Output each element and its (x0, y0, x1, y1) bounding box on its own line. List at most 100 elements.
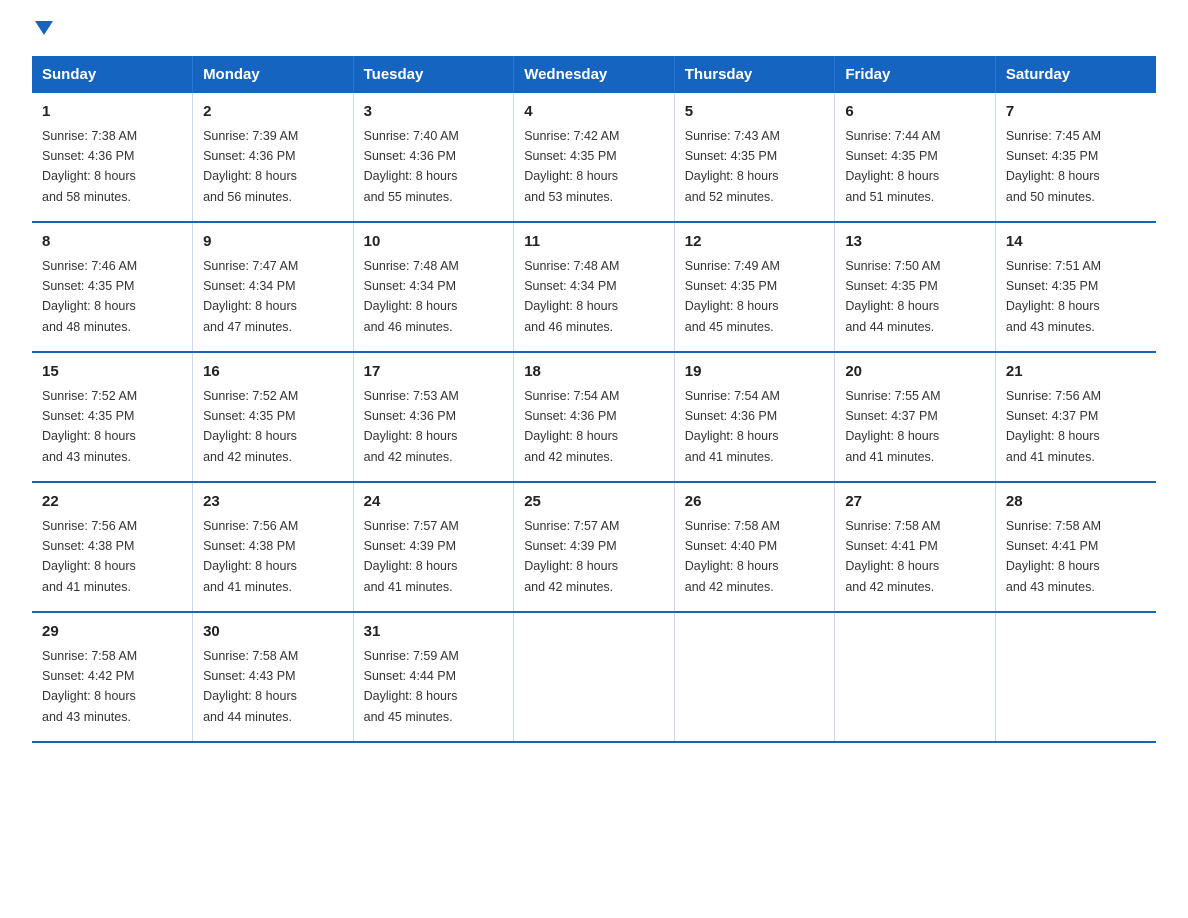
day-number: 20 (845, 361, 985, 384)
day-info: Sunrise: 7:56 AMSunset: 4:38 PMDaylight:… (42, 519, 137, 594)
column-header-tuesday: Tuesday (353, 56, 514, 93)
day-info: Sunrise: 7:48 AMSunset: 4:34 PMDaylight:… (364, 259, 459, 334)
logo (32, 24, 53, 38)
day-number: 12 (685, 231, 825, 254)
day-info: Sunrise: 7:59 AMSunset: 4:44 PMDaylight:… (364, 649, 459, 724)
column-header-sunday: Sunday (32, 56, 193, 93)
day-info: Sunrise: 7:54 AMSunset: 4:36 PMDaylight:… (524, 389, 619, 464)
calendar-cell: 3 Sunrise: 7:40 AMSunset: 4:36 PMDayligh… (353, 93, 514, 222)
day-number: 1 (42, 101, 182, 124)
calendar-cell: 4 Sunrise: 7:42 AMSunset: 4:35 PMDayligh… (514, 93, 675, 222)
day-info: Sunrise: 7:42 AMSunset: 4:35 PMDaylight:… (524, 129, 619, 204)
day-info: Sunrise: 7:58 AMSunset: 4:42 PMDaylight:… (42, 649, 137, 724)
calendar-cell: 30 Sunrise: 7:58 AMSunset: 4:43 PMDaylig… (193, 612, 354, 742)
calendar-cell (835, 612, 996, 742)
calendar-cell: 28 Sunrise: 7:58 AMSunset: 4:41 PMDaylig… (995, 482, 1156, 612)
day-info: Sunrise: 7:56 AMSunset: 4:37 PMDaylight:… (1006, 389, 1101, 464)
day-number: 17 (364, 361, 504, 384)
calendar-cell: 20 Sunrise: 7:55 AMSunset: 4:37 PMDaylig… (835, 352, 996, 482)
calendar-cell: 2 Sunrise: 7:39 AMSunset: 4:36 PMDayligh… (193, 93, 354, 222)
day-number: 19 (685, 361, 825, 384)
day-number: 23 (203, 491, 343, 514)
day-number: 22 (42, 491, 182, 514)
day-number: 9 (203, 231, 343, 254)
calendar-cell (674, 612, 835, 742)
day-number: 5 (685, 101, 825, 124)
calendar-cell: 31 Sunrise: 7:59 AMSunset: 4:44 PMDaylig… (353, 612, 514, 742)
calendar-cell: 9 Sunrise: 7:47 AMSunset: 4:34 PMDayligh… (193, 222, 354, 352)
calendar-cell: 1 Sunrise: 7:38 AMSunset: 4:36 PMDayligh… (32, 93, 193, 222)
column-header-thursday: Thursday (674, 56, 835, 93)
day-info: Sunrise: 7:45 AMSunset: 4:35 PMDaylight:… (1006, 129, 1101, 204)
day-info: Sunrise: 7:38 AMSunset: 4:36 PMDaylight:… (42, 129, 137, 204)
calendar-table: SundayMondayTuesdayWednesdayThursdayFrid… (32, 56, 1156, 743)
day-number: 25 (524, 491, 664, 514)
day-number: 4 (524, 101, 664, 124)
day-info: Sunrise: 7:46 AMSunset: 4:35 PMDaylight:… (42, 259, 137, 334)
day-info: Sunrise: 7:48 AMSunset: 4:34 PMDaylight:… (524, 259, 619, 334)
day-number: 16 (203, 361, 343, 384)
day-info: Sunrise: 7:44 AMSunset: 4:35 PMDaylight:… (845, 129, 940, 204)
day-number: 3 (364, 101, 504, 124)
day-number: 30 (203, 621, 343, 644)
calendar-week-row: 1 Sunrise: 7:38 AMSunset: 4:36 PMDayligh… (32, 93, 1156, 222)
column-header-saturday: Saturday (995, 56, 1156, 93)
day-info: Sunrise: 7:43 AMSunset: 4:35 PMDaylight:… (685, 129, 780, 204)
calendar-cell: 24 Sunrise: 7:57 AMSunset: 4:39 PMDaylig… (353, 482, 514, 612)
page-header (32, 24, 1156, 38)
day-number: 18 (524, 361, 664, 384)
calendar-cell (514, 612, 675, 742)
day-number: 14 (1006, 231, 1146, 254)
day-info: Sunrise: 7:47 AMSunset: 4:34 PMDaylight:… (203, 259, 298, 334)
day-info: Sunrise: 7:57 AMSunset: 4:39 PMDaylight:… (524, 519, 619, 594)
calendar-cell: 16 Sunrise: 7:52 AMSunset: 4:35 PMDaylig… (193, 352, 354, 482)
calendar-week-row: 15 Sunrise: 7:52 AMSunset: 4:35 PMDaylig… (32, 352, 1156, 482)
calendar-cell: 6 Sunrise: 7:44 AMSunset: 4:35 PMDayligh… (835, 93, 996, 222)
day-number: 2 (203, 101, 343, 124)
calendar-cell: 19 Sunrise: 7:54 AMSunset: 4:36 PMDaylig… (674, 352, 835, 482)
day-number: 27 (845, 491, 985, 514)
day-number: 8 (42, 231, 182, 254)
day-info: Sunrise: 7:50 AMSunset: 4:35 PMDaylight:… (845, 259, 940, 334)
calendar-cell: 13 Sunrise: 7:50 AMSunset: 4:35 PMDaylig… (835, 222, 996, 352)
day-info: Sunrise: 7:52 AMSunset: 4:35 PMDaylight:… (42, 389, 137, 464)
column-header-friday: Friday (835, 56, 996, 93)
day-number: 11 (524, 231, 664, 254)
column-header-wednesday: Wednesday (514, 56, 675, 93)
logo-triangle-icon (35, 21, 53, 35)
day-number: 21 (1006, 361, 1146, 384)
day-number: 10 (364, 231, 504, 254)
calendar-cell: 11 Sunrise: 7:48 AMSunset: 4:34 PMDaylig… (514, 222, 675, 352)
day-info: Sunrise: 7:51 AMSunset: 4:35 PMDaylight:… (1006, 259, 1101, 334)
day-info: Sunrise: 7:49 AMSunset: 4:35 PMDaylight:… (685, 259, 780, 334)
day-info: Sunrise: 7:57 AMSunset: 4:39 PMDaylight:… (364, 519, 459, 594)
day-info: Sunrise: 7:58 AMSunset: 4:41 PMDaylight:… (845, 519, 940, 594)
calendar-cell (995, 612, 1156, 742)
calendar-cell: 21 Sunrise: 7:56 AMSunset: 4:37 PMDaylig… (995, 352, 1156, 482)
day-number: 15 (42, 361, 182, 384)
day-info: Sunrise: 7:40 AMSunset: 4:36 PMDaylight:… (364, 129, 459, 204)
calendar-cell: 29 Sunrise: 7:58 AMSunset: 4:42 PMDaylig… (32, 612, 193, 742)
day-number: 31 (364, 621, 504, 644)
day-number: 7 (1006, 101, 1146, 124)
column-header-monday: Monday (193, 56, 354, 93)
day-number: 24 (364, 491, 504, 514)
calendar-cell: 12 Sunrise: 7:49 AMSunset: 4:35 PMDaylig… (674, 222, 835, 352)
calendar-cell: 18 Sunrise: 7:54 AMSunset: 4:36 PMDaylig… (514, 352, 675, 482)
day-info: Sunrise: 7:39 AMSunset: 4:36 PMDaylight:… (203, 129, 298, 204)
day-number: 26 (685, 491, 825, 514)
calendar-cell: 25 Sunrise: 7:57 AMSunset: 4:39 PMDaylig… (514, 482, 675, 612)
calendar-cell: 17 Sunrise: 7:53 AMSunset: 4:36 PMDaylig… (353, 352, 514, 482)
day-info: Sunrise: 7:58 AMSunset: 4:41 PMDaylight:… (1006, 519, 1101, 594)
calendar-cell: 15 Sunrise: 7:52 AMSunset: 4:35 PMDaylig… (32, 352, 193, 482)
day-number: 28 (1006, 491, 1146, 514)
calendar-cell: 8 Sunrise: 7:46 AMSunset: 4:35 PMDayligh… (32, 222, 193, 352)
day-number: 29 (42, 621, 182, 644)
calendar-header-row: SundayMondayTuesdayWednesdayThursdayFrid… (32, 56, 1156, 93)
calendar-week-row: 8 Sunrise: 7:46 AMSunset: 4:35 PMDayligh… (32, 222, 1156, 352)
calendar-week-row: 22 Sunrise: 7:56 AMSunset: 4:38 PMDaylig… (32, 482, 1156, 612)
calendar-cell: 7 Sunrise: 7:45 AMSunset: 4:35 PMDayligh… (995, 93, 1156, 222)
day-info: Sunrise: 7:56 AMSunset: 4:38 PMDaylight:… (203, 519, 298, 594)
calendar-cell: 27 Sunrise: 7:58 AMSunset: 4:41 PMDaylig… (835, 482, 996, 612)
day-number: 6 (845, 101, 985, 124)
